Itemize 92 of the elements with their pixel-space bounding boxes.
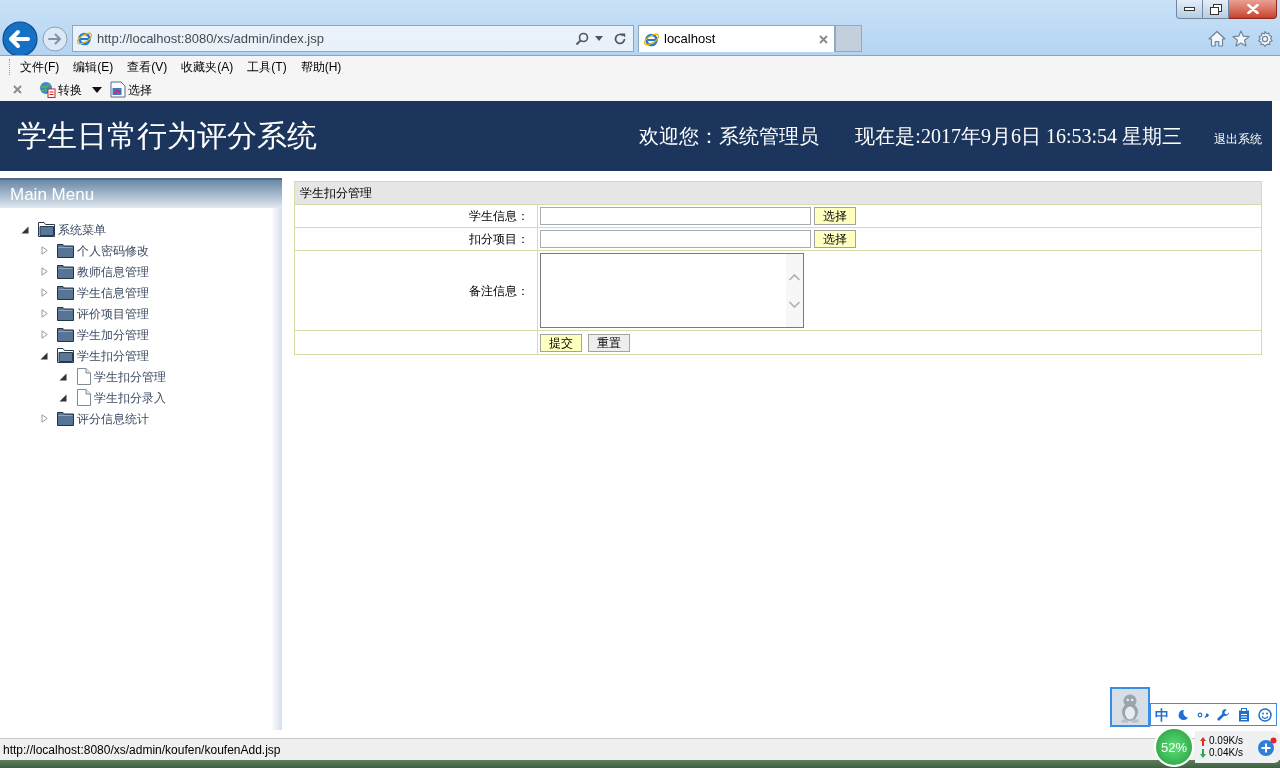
- date-time-text: 现在是:2017年9月6日 16:53:54 星期三: [855, 126, 1182, 146]
- browser-tab[interactable]: localhost: [638, 25, 835, 52]
- collapsed-arrow-icon[interactable]: [40, 309, 48, 318]
- tree-item[interactable]: 学生扣分管理: [94, 370, 166, 383]
- tree-item[interactable]: 评分信息统计: [77, 412, 149, 425]
- smiley-icon[interactable]: [1258, 707, 1272, 722]
- document-icon: [77, 368, 91, 385]
- select-button[interactable]: 选择: [814, 230, 856, 248]
- toolbar-button[interactable]: 选择: [110, 80, 152, 99]
- logout-link[interactable]: 退出系统: [1214, 133, 1262, 145]
- moon-icon[interactable]: [1176, 708, 1189, 721]
- folder-icon: [57, 411, 74, 426]
- folder-icon: [57, 348, 74, 363]
- input-mode-button[interactable]: 中: [1155, 707, 1169, 722]
- search-icon[interactable]: [575, 31, 589, 46]
- download-speed-text: 0.04K/s: [1209, 748, 1243, 758]
- action-button[interactable]: 重置: [588, 333, 630, 352]
- close-icon: [1246, 4, 1259, 14]
- restore-button[interactable]: [1203, 0, 1229, 19]
- folder-icon: [57, 243, 74, 258]
- upload-speed-text: 0.09K/s: [1209, 736, 1243, 746]
- folder-icon: [57, 306, 74, 321]
- refresh-icon[interactable]: [613, 31, 627, 46]
- folder-icon: [57, 285, 74, 300]
- tree-item[interactable]: 学生扣分管理: [77, 349, 149, 362]
- collapsed-arrow-icon[interactable]: [40, 414, 48, 423]
- expanded-arrow-icon[interactable]: [59, 372, 67, 381]
- minimize-icon: [1184, 7, 1195, 11]
- caret-icon[interactable]: [595, 36, 603, 41]
- field-label: 备注信息：: [469, 283, 529, 298]
- minimize-button[interactable]: [1176, 0, 1203, 19]
- clipboard-icon[interactable]: [1238, 707, 1251, 722]
- close-icon[interactable]: [819, 34, 828, 44]
- tree-item[interactable]: 学生信息管理: [77, 286, 149, 299]
- settings-icon[interactable]: [1256, 29, 1274, 48]
- restore-icon: [1209, 3, 1222, 15]
- field-label: 学生信息：: [469, 209, 529, 223]
- star-icon[interactable]: [1232, 30, 1250, 47]
- action-button[interactable]: 提交: [540, 333, 582, 352]
- menu-item[interactable]: 查看(V): [120, 58, 175, 76]
- plus-icon[interactable]: [1257, 737, 1277, 757]
- collapsed-arrow-icon[interactable]: [40, 267, 48, 276]
- dropdown-button[interactable]: [92, 86, 102, 93]
- document-image-icon: [110, 81, 126, 98]
- menu-title: Main Menu: [10, 185, 95, 203]
- input-field[interactable]: [540, 230, 811, 248]
- close-button[interactable]: [1229, 0, 1277, 19]
- collapsed-arrow-icon[interactable]: [40, 330, 48, 339]
- menu-item[interactable]: 工具(T): [240, 58, 294, 76]
- tree-item[interactable]: 个人密码修改: [77, 244, 149, 257]
- select-button[interactable]: 选择: [814, 207, 856, 225]
- expanded-arrow-icon[interactable]: [21, 225, 29, 234]
- tree-item[interactable]: 学生加分管理: [77, 328, 149, 341]
- globe-document-icon: [39, 81, 56, 98]
- field-label: 扣分项目：: [469, 232, 529, 246]
- tree-item[interactable]: 评价项目管理: [77, 307, 149, 320]
- folder-icon: [57, 327, 74, 342]
- menu-item[interactable]: 收藏夹(A): [174, 58, 241, 76]
- menu-item[interactable]: 编辑(E): [66, 58, 121, 76]
- url-text: http://localhost:8080/xs/admin/index.jsp: [97, 29, 324, 48]
- expanded-arrow-icon[interactable]: [59, 393, 67, 402]
- welcome-text: 欢迎您：系统管理员: [639, 126, 820, 146]
- address-bar[interactable]: http://localhost:8080/xs/admin/index.jsp: [72, 25, 634, 52]
- tree-item[interactable]: 系统菜单: [58, 223, 106, 236]
- toolbar-button[interactable]: 转换: [39, 80, 82, 99]
- menu-item[interactable]: 帮助(H): [293, 58, 349, 76]
- textarea-field[interactable]: [540, 253, 804, 328]
- document-icon: [77, 389, 91, 406]
- collapsed-arrow-icon[interactable]: [40, 288, 48, 297]
- folder-icon: [38, 222, 55, 237]
- status-text: http://localhost:8080/xs/admin/koufen/koufenAdd.jsp: [3, 741, 281, 759]
- back-icon[interactable]: [2, 20, 38, 57]
- download-arrow-icon: [1200, 748, 1206, 758]
- close-icon[interactable]: [13, 85, 22, 94]
- folder-icon: [57, 264, 74, 279]
- punctuation-icon[interactable]: [1196, 710, 1209, 719]
- penguin-icon[interactable]: [1110, 687, 1150, 727]
- upload-arrow-icon: [1200, 736, 1206, 746]
- collapsed-arrow-icon[interactable]: [40, 246, 48, 255]
- caret-icon: [92, 86, 102, 93]
- site-title: 学生日常行为评分系统: [17, 121, 317, 151]
- form-title: 学生扣分管理: [294, 181, 1262, 205]
- forward-icon[interactable]: [42, 25, 68, 52]
- tree-item[interactable]: 学生扣分录入: [94, 391, 166, 404]
- browser-logo-icon: [76, 30, 93, 47]
- tab-label: localhost: [664, 30, 716, 49]
- expanded-arrow-icon[interactable]: [40, 351, 48, 360]
- home-icon[interactable]: [1208, 30, 1226, 47]
- menu-item[interactable]: 文件(F): [13, 58, 67, 76]
- wrench-icon[interactable]: [1216, 707, 1231, 722]
- tree-item[interactable]: 教师信息管理: [77, 265, 149, 278]
- input-field[interactable]: [540, 207, 811, 225]
